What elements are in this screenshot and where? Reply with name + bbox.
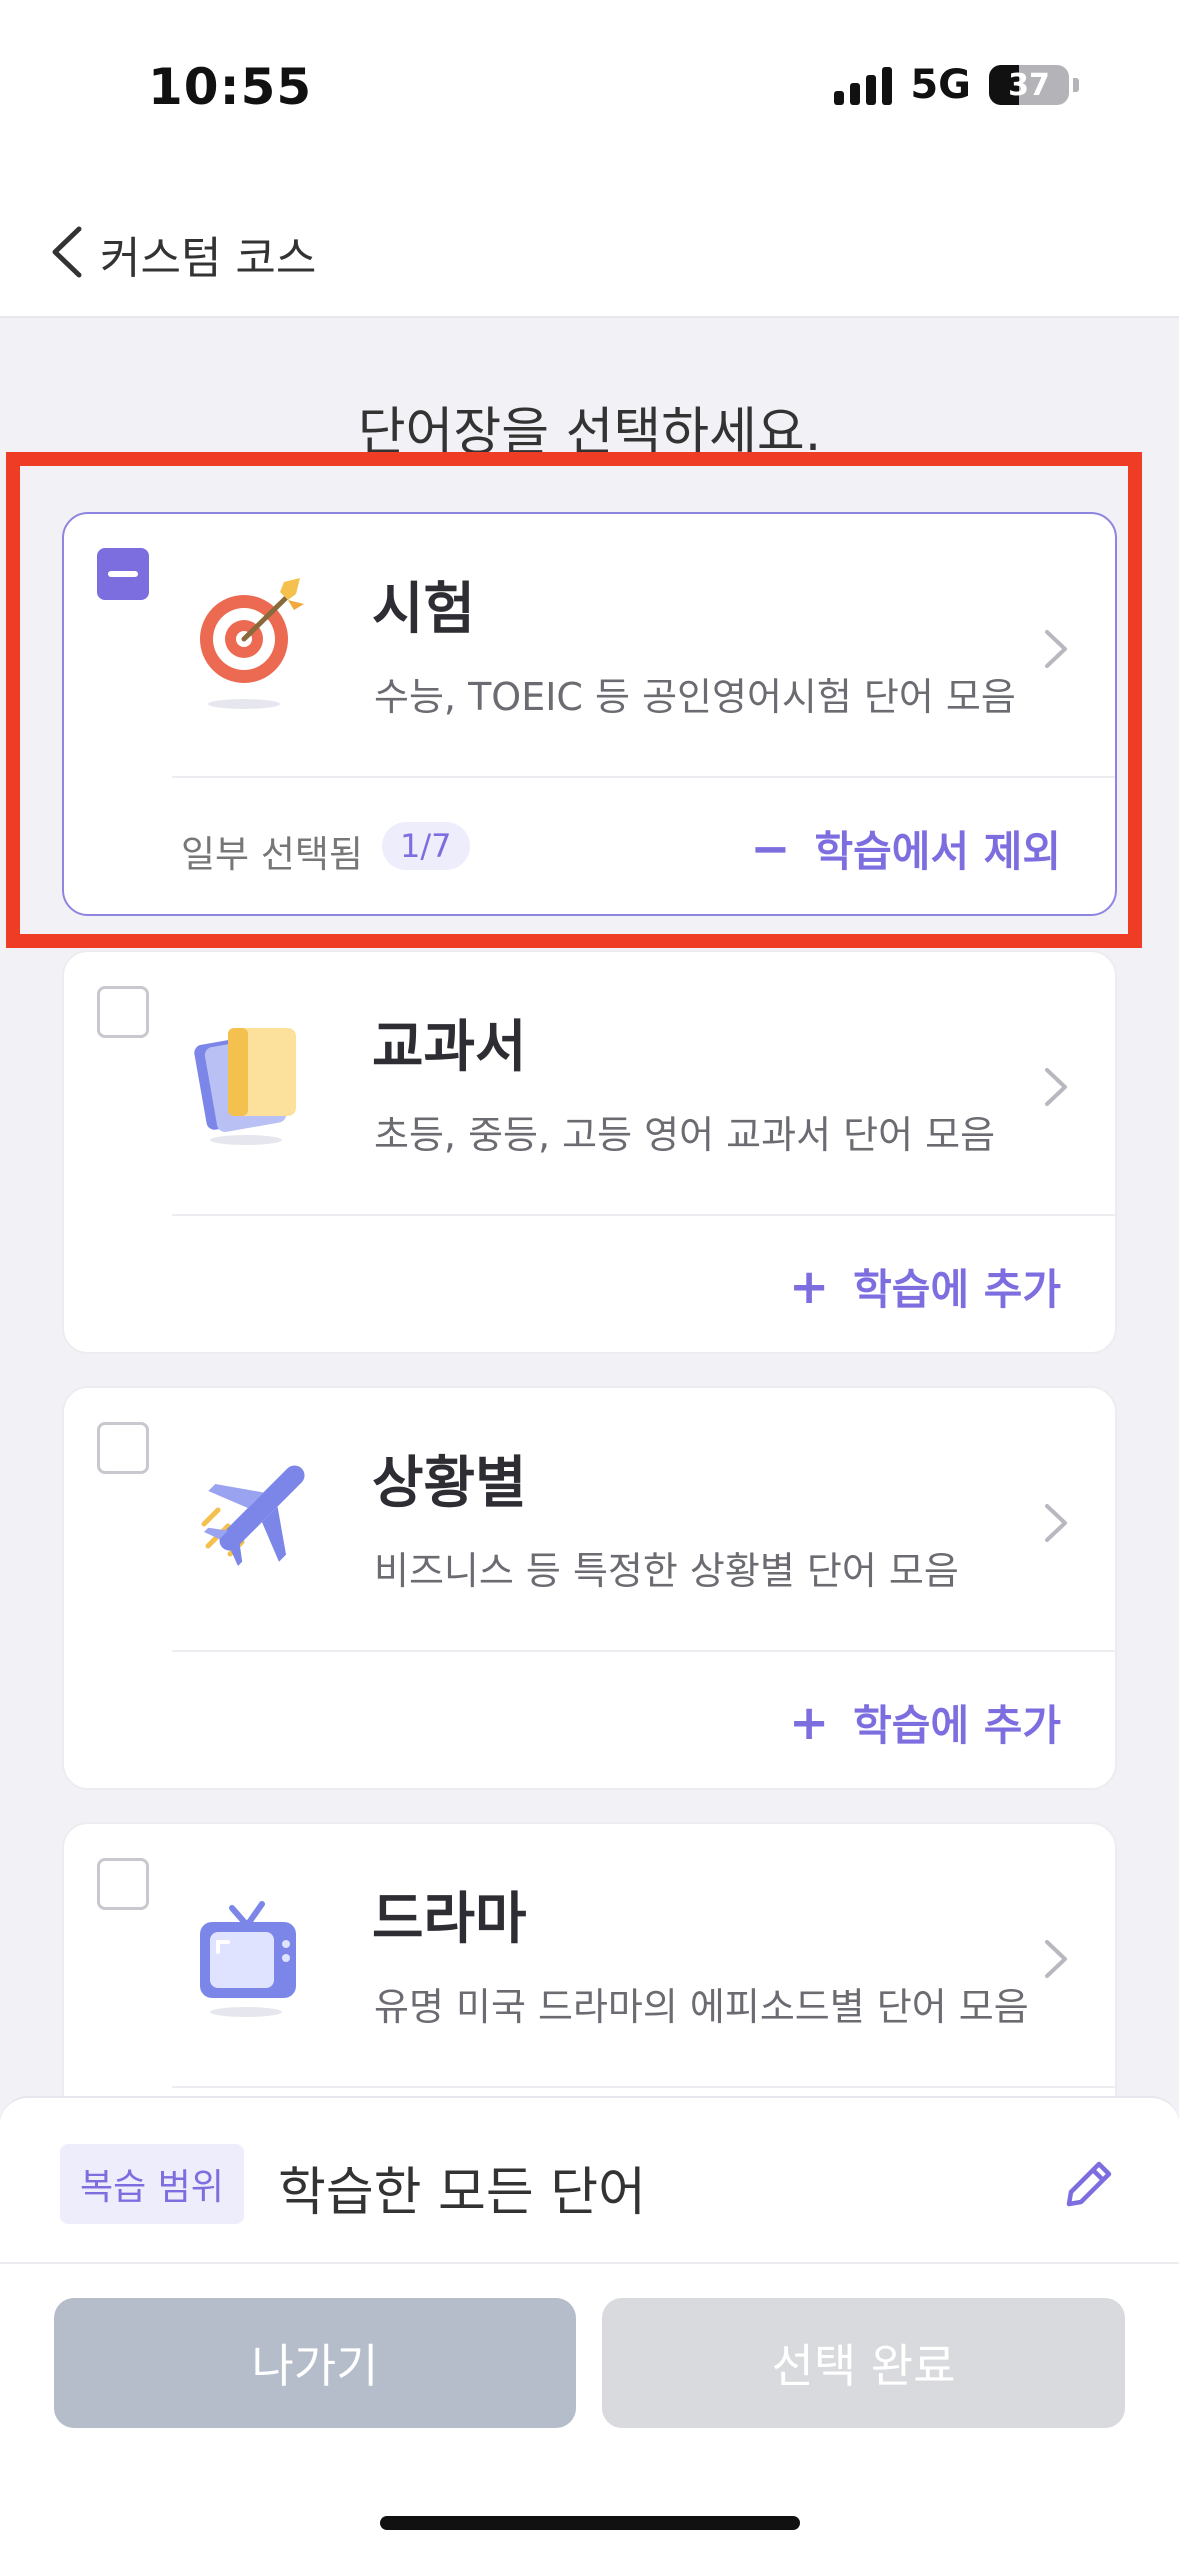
card-description: 유명 미국 드라마의 에피소드별 단어 모음 xyxy=(374,1985,1029,2029)
status-indicators: 5G 37 xyxy=(834,62,1079,108)
signal-icon xyxy=(834,65,893,105)
plus-icon: + xyxy=(788,1258,830,1315)
card-footer: + 학습에 추가 xyxy=(64,1652,1115,1788)
plus-icon: + xyxy=(788,1694,830,1751)
exit-button[interactable]: 나가기 xyxy=(54,2298,576,2428)
airplane-icon xyxy=(201,1465,305,1566)
checkbox[interactable] xyxy=(97,1858,149,1910)
battery-level: 37 xyxy=(1008,67,1050,103)
card-title: 교과서 xyxy=(372,1015,527,1080)
add-to-study-button[interactable]: + 학습에 추가 xyxy=(789,1692,1061,1753)
back-button[interactable] xyxy=(36,220,96,284)
divider xyxy=(172,2086,1115,2088)
card-description: 비즈니스 등 특정한 상황별 단어 모음 xyxy=(374,1549,959,1593)
highlight-frame xyxy=(6,452,1142,948)
chevron-right-icon[interactable] xyxy=(1035,1498,1075,1548)
action-label: 학습에 추가 xyxy=(853,1701,1061,1750)
review-range-value: 학습한 모든 단어 xyxy=(278,2163,646,2223)
chevron-left-icon xyxy=(52,226,82,278)
battery-cap xyxy=(1073,78,1079,92)
top-bar: 10:55 5G 37 커스텀 코스 xyxy=(0,0,1179,318)
wordbook-card-textbook[interactable]: 교과서 초등, 중등, 고등 영어 교과서 단어 모음 + 학습에 추가 xyxy=(62,950,1117,1354)
home-indicator xyxy=(380,2516,800,2530)
card-description: 초등, 중등, 고등 영어 교과서 단어 모음 xyxy=(374,1113,996,1157)
wordbook-card-situation[interactable]: 상황별 비즈니스 등 특정한 상황별 단어 모음 + 학습에 추가 xyxy=(62,1386,1117,1790)
review-range-row[interactable]: 복습 범위 학습한 모든 단어 xyxy=(0,2098,1179,2264)
book-icon xyxy=(194,1028,296,1145)
done-button[interactable]: 선택 완료 xyxy=(602,2298,1125,2428)
chevron-right-icon[interactable] xyxy=(1035,1062,1075,1112)
battery-icon: 37 xyxy=(989,65,1069,105)
card-footer: + 학습에 추가 xyxy=(64,1216,1115,1352)
tv-icon xyxy=(200,1901,296,2017)
add-to-study-button[interactable]: + 학습에 추가 xyxy=(789,1256,1061,1317)
chevron-right-icon[interactable] xyxy=(1035,1934,1075,1984)
action-label: 학습에 추가 xyxy=(853,1265,1061,1314)
page-title: 커스텀 코스 xyxy=(100,233,317,284)
card-title: 상황별 xyxy=(372,1451,527,1516)
network-label: 5G xyxy=(910,62,971,108)
status-time: 10:55 xyxy=(148,58,313,116)
pencil-icon[interactable] xyxy=(1057,2154,1119,2216)
checkbox[interactable] xyxy=(97,986,149,1038)
card-title: 드라마 xyxy=(372,1887,527,1952)
review-range-tag: 복습 범위 xyxy=(60,2144,244,2224)
checkbox[interactable] xyxy=(97,1422,149,1474)
